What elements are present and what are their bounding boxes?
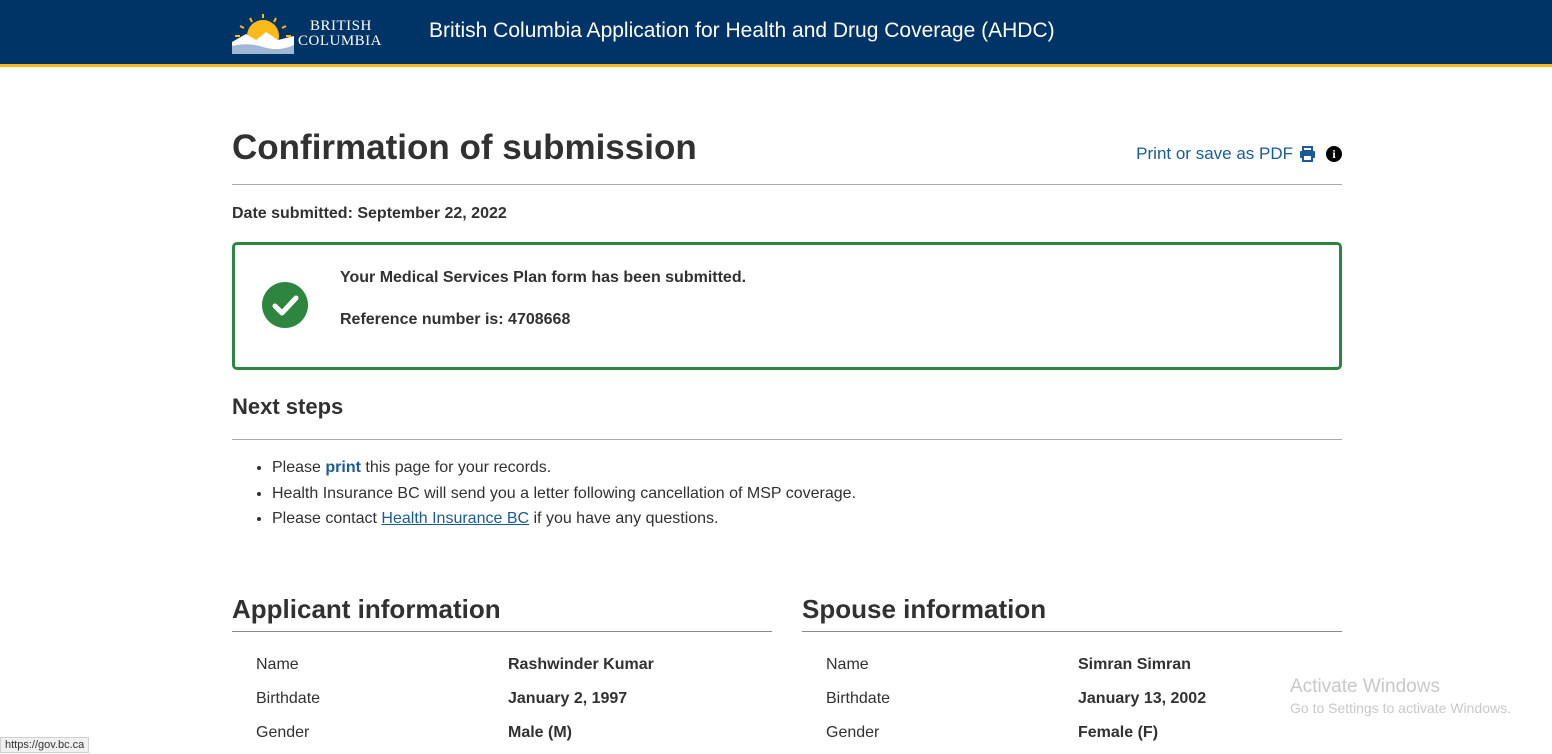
applicant-birthdate-value: January 2, 1997 xyxy=(508,690,628,707)
spouse-birthdate-value: January 13, 2002 xyxy=(1078,690,1207,707)
spouse-divider xyxy=(802,631,1342,632)
status-bar-url: https://gov.bc.ca xyxy=(0,737,90,753)
applicant-name-value: Rashwinder Kumar xyxy=(508,656,654,673)
watermark-title: Activate Windows xyxy=(1290,676,1440,697)
applicant-gender-label: Gender xyxy=(256,724,310,741)
next-steps-divider xyxy=(232,439,1342,440)
spouse-birthdate-label: Birthdate xyxy=(826,690,891,707)
applicant-gender-value: Male (M) xyxy=(508,724,572,741)
applicant-birthdate-label: Birthdate xyxy=(256,690,321,707)
applicant-heading: Applicant information xyxy=(232,594,501,624)
spouse-name-value: Simran Simran xyxy=(1078,656,1191,673)
info-icon[interactable]: i xyxy=(1326,146,1342,162)
reference-number: Reference number is: 4708668 xyxy=(340,311,571,328)
bc-logo[interactable]: BRITISH COLUMBIA xyxy=(232,10,392,56)
bc-logo-text: BRITISH COLUMBIA xyxy=(298,19,382,49)
print-link[interactable]: print xyxy=(325,459,361,476)
title-divider xyxy=(232,184,1342,185)
next-steps-list: Please print this page for your records.… xyxy=(232,455,856,532)
list-item: Please contact Health Insurance BC if yo… xyxy=(272,506,856,532)
print-pdf-link[interactable]: Print or save as PDF i xyxy=(1136,144,1342,164)
print-link-label: Print or save as PDF xyxy=(1136,144,1293,163)
page-title: Confirmation of submission xyxy=(232,128,697,167)
activate-windows-watermark: Activate Windows Go to Settings to activ… xyxy=(1290,676,1511,716)
app-header: BRITISH COLUMBIA British Columbia Applic… xyxy=(0,0,1552,67)
printer-icon xyxy=(1300,146,1315,162)
success-alert: Your Medical Services Plan form has been… xyxy=(232,242,1342,370)
logo-line1: BRITISH xyxy=(310,18,372,34)
logo-line2: COLUMBIA xyxy=(298,33,383,49)
success-message: Your Medical Services Plan form has been… xyxy=(340,269,747,286)
spouse-gender-label: Gender xyxy=(826,724,880,741)
spouse-gender-value: Female (F) xyxy=(1078,724,1159,741)
applicant-name-label: Name xyxy=(256,656,299,673)
app-title: British Columbia Application for Health … xyxy=(429,19,1055,42)
spouse-name-label: Name xyxy=(826,656,869,673)
applicant-divider xyxy=(232,631,772,632)
spouse-heading: Spouse information xyxy=(802,594,1047,624)
list-item: Health Insurance BC will send you a lett… xyxy=(272,481,856,507)
next-steps-heading: Next steps xyxy=(232,394,344,419)
watermark-subtitle: Go to Settings to activate Windows. xyxy=(1290,700,1511,716)
date-submitted: Date submitted: September 22, 2022 xyxy=(232,205,507,222)
health-insurance-bc-link[interactable]: Health Insurance BC xyxy=(381,510,529,527)
check-circle-icon xyxy=(262,282,308,328)
list-item: Please print this page for your records. xyxy=(272,455,856,481)
bc-sun-logo-icon xyxy=(232,14,294,54)
